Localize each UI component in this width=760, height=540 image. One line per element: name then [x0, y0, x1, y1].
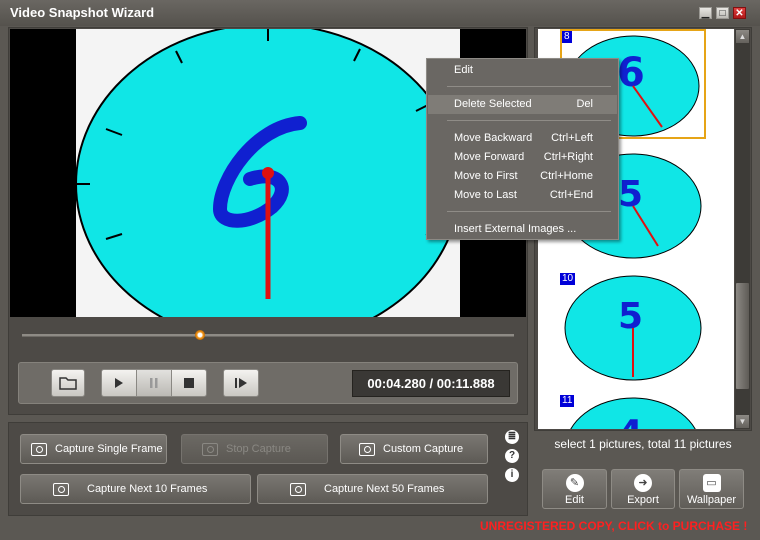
play-icon: [115, 378, 123, 388]
timecode-display: 00:04.280 / 00:11.888: [352, 370, 510, 397]
capture-next-50-button[interactable]: Capture Next 50 Frames: [257, 474, 488, 504]
thumbnail-image: 4: [570, 397, 696, 429]
menu-label: Move Forward: [454, 151, 525, 163]
pause-icon: [150, 378, 158, 388]
scroll-up-icon[interactable]: ▲: [736, 30, 749, 43]
selection-status: select 1 pictures, total 11 pictures: [554, 437, 732, 451]
monitor-icon: ▭: [702, 474, 721, 492]
maximize-button[interactable]: □: [716, 7, 729, 19]
timeline-thumb[interactable]: [195, 330, 205, 340]
thumbnail-number: 11: [560, 395, 575, 407]
menu-shortcut: Del: [576, 98, 593, 110]
menu-separator: [447, 86, 611, 87]
wallpaper-label: Wallpaper: [686, 494, 737, 506]
menu-shortcut: Ctrl+Right: [543, 151, 593, 163]
svg-text:5: 5: [618, 296, 643, 337]
camera-icon: [31, 442, 47, 456]
context-menu: Edit Delete Selected Del Move Backward Ctr…: [426, 58, 619, 240]
camera-icon: [290, 482, 306, 496]
menu-item-move-to-first[interactable]: Move to First Ctrl+Home: [428, 167, 617, 186]
menu-label: Edit: [454, 64, 473, 76]
thumbnail-number: 10: [560, 273, 576, 285]
maximize-icon: □: [719, 8, 726, 19]
menu-label: Insert External Images ...: [454, 223, 577, 235]
timeline-track[interactable]: [22, 334, 514, 337]
menu-item-delete-selected[interactable]: Delete Selected Del: [428, 95, 617, 114]
menu-shortcut: Ctrl+Left: [551, 132, 593, 144]
stop-button[interactable]: [171, 369, 207, 397]
menu-item-edit[interactable]: Edit: [428, 61, 617, 80]
menu-label: Move to Last: [454, 189, 517, 201]
svg-text:4: 4: [618, 413, 643, 429]
next-frame-icon: [235, 378, 247, 388]
capture-single-frame-button[interactable]: Capture Single Frame: [20, 434, 167, 464]
help-icon[interactable]: ?: [505, 449, 519, 463]
menu-item-insert-external-images[interactable]: Insert External Images ...: [428, 220, 617, 239]
svg-text:6: 6: [617, 50, 645, 96]
edit-label: Edit: [565, 494, 584, 506]
camera-icon: [53, 482, 69, 496]
menu-item-move-forward[interactable]: Move Forward Ctrl+Right: [428, 148, 617, 167]
export-button[interactable]: ➜ Export: [611, 469, 675, 509]
arrow-right-icon: ➜: [634, 474, 652, 492]
info-icon[interactable]: i: [505, 468, 519, 482]
close-icon: ✕: [735, 8, 744, 19]
custom-capture-label: Custom Capture: [383, 443, 464, 455]
capture-next-10-button[interactable]: Capture Next 10 Frames: [20, 474, 251, 504]
thumbnail-item[interactable]: 5 10: [560, 273, 706, 383]
pencil-icon: ✎: [565, 474, 584, 492]
menu-separator: [447, 211, 611, 212]
minimize-icon: ▁: [701, 8, 710, 19]
next-frame-button[interactable]: [223, 369, 259, 397]
menu-item-move-backward[interactable]: Move Backward Ctrl+Left: [428, 129, 617, 148]
edit-button[interactable]: ✎ Edit: [542, 469, 607, 509]
thumbnail-image: 5: [564, 275, 702, 381]
menu-separator: [447, 120, 611, 121]
close-button[interactable]: ✕: [733, 7, 746, 19]
camera-icon: [202, 442, 218, 456]
svg-text:5: 5: [618, 174, 643, 215]
menu-label: Move to First: [454, 170, 518, 182]
menu-shortcut: Ctrl+Home: [540, 170, 593, 182]
scrollbar-thumb[interactable]: [736, 283, 749, 389]
open-folder-icon: [59, 377, 77, 390]
pause-button[interactable]: [136, 369, 172, 397]
menu-item-move-to-last[interactable]: Move to Last Ctrl+End: [428, 186, 617, 205]
export-label: Export: [627, 494, 659, 506]
thumbnail-item[interactable]: 4 11: [560, 395, 706, 429]
list-icon[interactable]: ≣: [505, 430, 519, 444]
minimize-button[interactable]: ▁: [699, 7, 712, 19]
wallpaper-button[interactable]: ▭ Wallpaper: [679, 469, 744, 509]
stop-capture-label: Stop Capture: [226, 443, 291, 455]
thumbnail-number: 8: [562, 31, 572, 43]
purchase-link[interactable]: UNREGISTERED COPY, CLICK to PURCHASE !: [480, 519, 747, 533]
window-title: Video Snapshot Wizard: [10, 5, 155, 20]
open-file-button[interactable]: [51, 369, 85, 397]
stop-capture-button[interactable]: Stop Capture: [181, 434, 328, 464]
capture-next-10-label: Capture Next 10 Frames: [87, 483, 208, 495]
camera-icon: [359, 442, 375, 456]
stop-icon: [184, 378, 194, 388]
capture-single-label: Capture Single Frame: [55, 443, 163, 455]
menu-shortcut: Ctrl+End: [549, 189, 593, 201]
play-button[interactable]: [101, 369, 137, 397]
custom-capture-button[interactable]: Custom Capture: [340, 434, 488, 464]
capture-next-50-label: Capture Next 50 Frames: [324, 483, 445, 495]
menu-label: Delete Selected: [454, 98, 532, 110]
scroll-down-icon[interactable]: ▼: [736, 415, 749, 428]
menu-label: Move Backward: [454, 132, 533, 144]
